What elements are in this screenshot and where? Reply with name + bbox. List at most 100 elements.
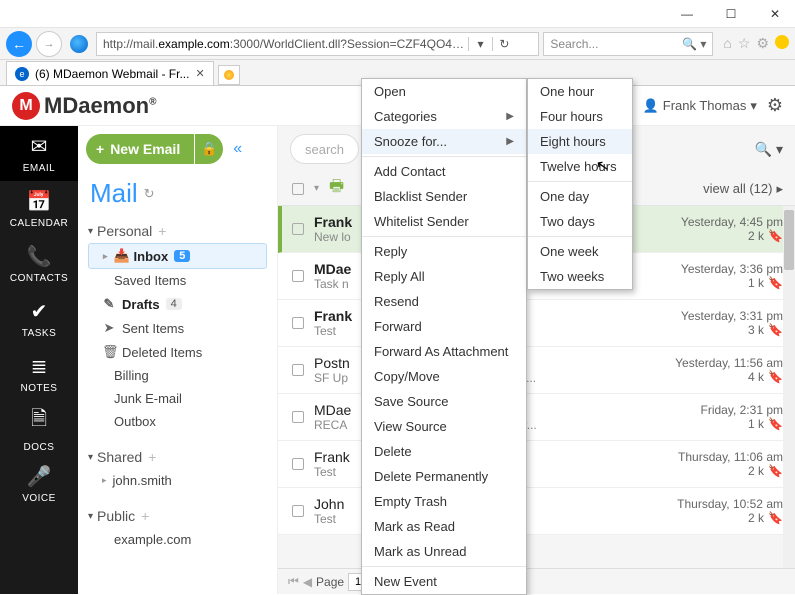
- snooze-four-hours[interactable]: Four hours: [528, 104, 632, 129]
- ctx-copy-move[interactable]: Copy/Move: [362, 364, 526, 389]
- tools-icon[interactable]: ⚙: [756, 35, 769, 52]
- back-button[interactable]: ←: [6, 31, 32, 57]
- ctx-delete[interactable]: Delete: [362, 439, 526, 464]
- ctx-open[interactable]: Open: [362, 79, 526, 104]
- section-shared[interactable]: ▾Shared+: [88, 445, 267, 469]
- ctx-blacklist-sender[interactable]: Blacklist Sender: [362, 184, 526, 209]
- print-icon[interactable]: 🖶: [329, 175, 344, 202]
- app-logo[interactable]: M MDaemon®: [12, 92, 157, 120]
- favorites-icon[interactable]: ☆: [738, 35, 751, 52]
- ctx-whitelist-sender[interactable]: Whitelist Sender: [362, 209, 526, 234]
- search-dropdown[interactable]: 🔍 ▾: [755, 141, 783, 158]
- flag-icon[interactable]: 🔖: [768, 417, 783, 431]
- window-maximize[interactable]: ☐: [717, 4, 745, 24]
- view-all-link[interactable]: view all (12)▸: [703, 181, 783, 197]
- scrollbar[interactable]: [783, 206, 795, 568]
- message-search[interactable]: search: [290, 134, 359, 164]
- window-close[interactable]: ✕: [761, 4, 789, 24]
- folder-drafts[interactable]: ✎ Drafts 4: [88, 292, 267, 316]
- ctx-view-source[interactable]: View Source: [362, 414, 526, 439]
- ctx-new-event[interactable]: New Event: [362, 569, 526, 594]
- message-row[interactable]: John Test Thursday, 10:52 am 2 k🔖: [278, 488, 795, 535]
- ctx-reply[interactable]: Reply: [362, 239, 526, 264]
- folder-outbox[interactable]: Outbox: [88, 410, 267, 433]
- rail-voice[interactable]: 🎤VOICE: [0, 456, 78, 511]
- stop-icon[interactable]: ▾: [468, 37, 488, 51]
- message-row[interactable]: Frank Test Thursday, 11:06 am 2 k🔖: [278, 441, 795, 488]
- snooze-one-hour[interactable]: One hour: [528, 79, 632, 104]
- add-shared-icon[interactable]: +: [148, 449, 156, 465]
- ctx-reply-all[interactable]: Reply All: [362, 264, 526, 289]
- message-checkbox[interactable]: [292, 270, 304, 282]
- message-checkbox[interactable]: [292, 364, 304, 376]
- folder-inbox[interactable]: ▸ 📥 Inbox 5: [88, 243, 267, 269]
- snooze-submenu[interactable]: One hourFour hoursEight hoursTwelve hour…: [527, 78, 633, 290]
- rail-email[interactable]: ✉EMAIL: [0, 126, 78, 181]
- message-checkbox[interactable]: [292, 317, 304, 329]
- rail-contacts[interactable]: 📞CONTACTS: [0, 236, 78, 291]
- message-checkbox[interactable]: [292, 411, 304, 423]
- ctx-categories[interactable]: Categories▶: [362, 104, 526, 129]
- new-email-button[interactable]: + New Email: [86, 134, 194, 164]
- snooze-two-days[interactable]: Two days: [528, 209, 632, 234]
- tab-close-icon[interactable]: ✕: [195, 67, 204, 80]
- rail-notes[interactable]: ≣NOTES: [0, 346, 78, 401]
- select-all-checkbox[interactable]: [292, 183, 304, 195]
- message-row[interactable]: Postn SF Up n, 09 Apr 2018... Yesterday,…: [278, 347, 795, 394]
- message-checkbox[interactable]: [292, 458, 304, 470]
- forward-button[interactable]: →: [36, 31, 62, 57]
- flag-icon[interactable]: 🔖: [768, 464, 783, 478]
- ctx-add-contact[interactable]: Add Contact: [362, 159, 526, 184]
- ctx-resend[interactable]: Resend: [362, 289, 526, 314]
- snooze-one-week[interactable]: One week: [528, 239, 632, 264]
- ctx-snooze-for-[interactable]: Snooze for...▶: [362, 129, 526, 154]
- flag-icon[interactable]: 🔖: [768, 511, 783, 525]
- ctx-save-source[interactable]: Save Source: [362, 389, 526, 414]
- message-row[interactable]: Frank Test Yesterday, 3:31 pm 3 k🔖: [278, 300, 795, 347]
- snooze-twelve-hours[interactable]: Twelve hours: [528, 154, 632, 179]
- browser-tab[interactable]: e (6) MDaemon Webmail - Fr... ✕: [6, 61, 214, 85]
- snooze-eight-hours[interactable]: Eight hours: [528, 129, 632, 154]
- scrollbar-thumb[interactable]: [784, 210, 794, 270]
- address-bar[interactable]: http://mail.example.com:3000/WorldClient…: [96, 32, 539, 56]
- context-menu[interactable]: OpenCategories▶Snooze for...▶ Add Contact…: [361, 78, 527, 595]
- refresh-icon[interactable]: ↻: [492, 37, 512, 51]
- browser-search[interactable]: Search... 🔍 ▾: [543, 32, 713, 56]
- folder-saved[interactable]: Saved Items: [88, 269, 267, 292]
- home-icon[interactable]: ⌂: [723, 35, 731, 52]
- settings-icon[interactable]: ⚙: [767, 95, 783, 116]
- snooze-two-weeks[interactable]: Two weeks: [528, 264, 632, 289]
- ctx-mark-as-read[interactable]: Mark as Read: [362, 514, 526, 539]
- user-menu[interactable]: 👤 Frank Thomas ▾: [643, 98, 757, 114]
- section-public[interactable]: ▾Public+: [88, 504, 267, 528]
- rail-tasks[interactable]: ✔TASKS: [0, 291, 78, 346]
- add-public-icon[interactable]: +: [141, 508, 149, 524]
- flag-icon[interactable]: 🔖: [768, 370, 783, 384]
- snooze-one-day[interactable]: One day: [528, 184, 632, 209]
- message-checkbox[interactable]: [292, 505, 304, 517]
- folder-domain[interactable]: example.com: [88, 528, 267, 551]
- folder-junk[interactable]: Junk E-mail: [88, 387, 267, 410]
- message-row[interactable]: MDae RECA was not deliver... Friday, 2:3…: [278, 394, 795, 441]
- rail-calendar[interactable]: 📅CALENDAR: [0, 181, 78, 236]
- collapse-pane-icon[interactable]: «: [233, 140, 242, 158]
- ctx-empty-trash[interactable]: Empty Trash: [362, 489, 526, 514]
- message-checkbox[interactable]: [292, 223, 304, 235]
- folder-sent[interactable]: ➤Sent Items: [88, 316, 267, 340]
- folder-billing[interactable]: Billing: [88, 364, 267, 387]
- folder-john-smith[interactable]: ▸john.smith: [88, 469, 267, 492]
- flag-icon[interactable]: 🔖: [768, 323, 783, 337]
- ctx-mark-as-unread[interactable]: Mark as Unread: [362, 539, 526, 564]
- feedback-icon[interactable]: [775, 35, 789, 49]
- new-tab-button[interactable]: [218, 65, 240, 85]
- flag-icon[interactable]: 🔖: [768, 276, 783, 290]
- add-folder-icon[interactable]: +: [158, 223, 166, 239]
- ctx-forward[interactable]: Forward: [362, 314, 526, 339]
- reload-icon[interactable]: ↻: [144, 186, 155, 202]
- ctx-forward-as-attachment[interactable]: Forward As Attachment: [362, 339, 526, 364]
- rail-docs[interactable]: 🗎DOCS: [0, 401, 78, 456]
- ctx-delete-permanently[interactable]: Delete Permanently: [362, 464, 526, 489]
- section-personal[interactable]: ▾Personal+: [88, 219, 267, 243]
- chevron-down-icon[interactable]: ▾: [314, 183, 319, 194]
- new-email-secure-button[interactable]: 🔒: [195, 134, 223, 164]
